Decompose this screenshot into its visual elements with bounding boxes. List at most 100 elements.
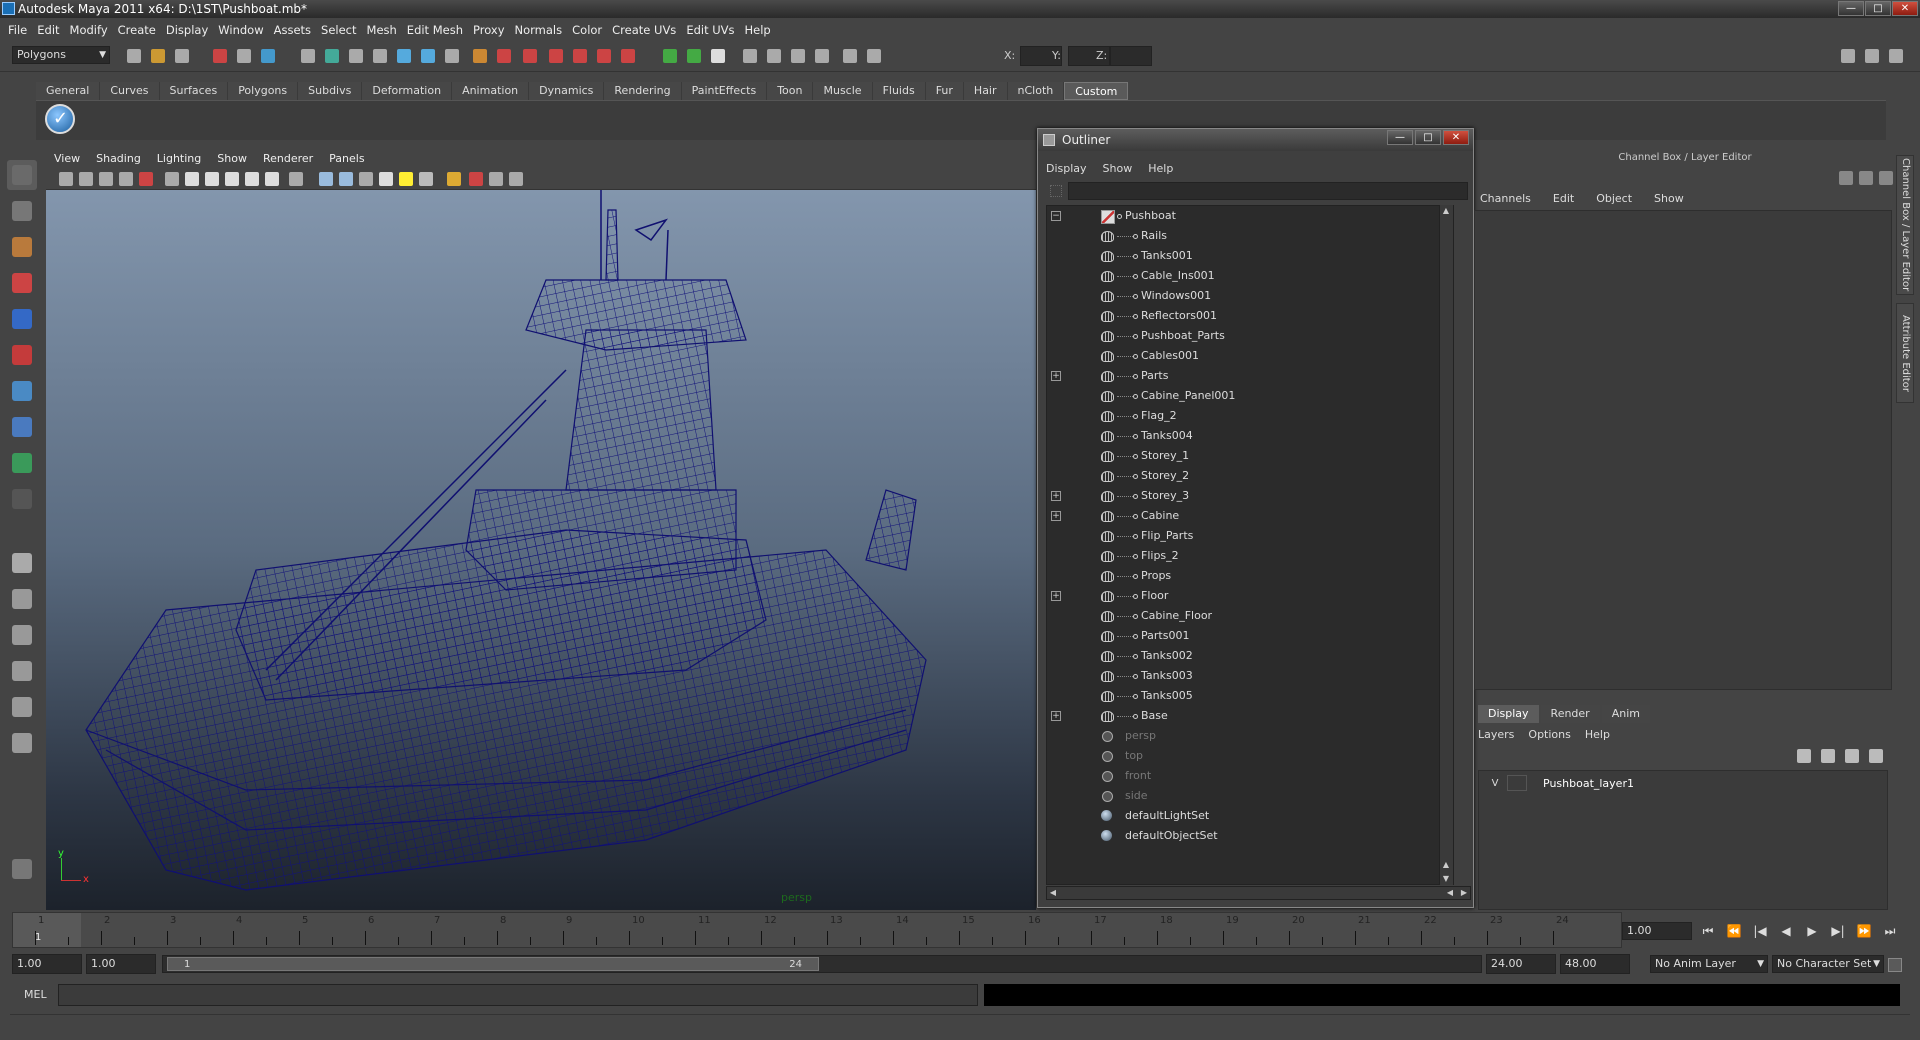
expand-icon[interactable]: + [1051, 371, 1061, 381]
outliner-item-storey_3[interactable]: + Storey_3 [1047, 486, 1437, 506]
viewport-toolbar-icon[interactable] [356, 169, 376, 189]
channel-box-menu-edit[interactable]: Edit [1547, 190, 1590, 208]
cb-shaded-icon[interactable] [1836, 168, 1856, 188]
viewport-toolbar-icon[interactable] [376, 169, 396, 189]
menu-create-uvs[interactable]: Create UVs [610, 20, 684, 40]
shelf-tab-surfaces[interactable]: Surfaces [159, 82, 229, 100]
menu-normals[interactable]: Normals [513, 20, 571, 40]
persp-hypershade-layout-icon[interactable] [7, 692, 37, 722]
outliner-item-cabine_panel001[interactable]: Cabine_Panel001 [1047, 386, 1437, 406]
shelf-tab-ncloth[interactable]: nCloth [1007, 82, 1065, 100]
viewport-toolbar-icon[interactable] [56, 169, 76, 189]
menu-help[interactable]: Help [743, 20, 779, 40]
magnet-icon[interactable] [470, 46, 490, 66]
key-icon[interactable] [1888, 958, 1902, 972]
new-layer-selected-icon[interactable] [1818, 746, 1838, 766]
move-down-icon[interactable] [1866, 746, 1886, 766]
channel-box-menu-object[interactable]: Object [1590, 190, 1648, 208]
time-slider[interactable]: 1 1 2 3 4 5 6 7 8 9 10 11 12 13 14 15 16 17 18 19 20 21 22 23 2… [12, 912, 1622, 948]
perspective-viewport[interactable]: y x persp [46, 190, 1036, 910]
expand-icon[interactable]: + [1051, 511, 1061, 521]
outliner-close-button[interactable]: ✕ [1443, 130, 1469, 145]
outliner-horizontal-scrollbar[interactable]: ◀ ◀ ▶ [1046, 886, 1471, 900]
viewport-toolbar-icon[interactable] [286, 169, 306, 189]
current-frame-field[interactable]: 1.00 [1622, 922, 1692, 940]
snap-live-icon[interactable] [394, 46, 414, 66]
viewport-menu-view[interactable]: View [54, 150, 96, 168]
viewport-toolbar-icon[interactable] [222, 169, 242, 189]
save-scene-icon[interactable] [172, 46, 192, 66]
range-slider[interactable]: 1 24 [162, 955, 1482, 973]
viewport-toolbar-icon[interactable] [76, 169, 96, 189]
shelf-tab-rendering[interactable]: Rendering [604, 82, 682, 100]
outliner-item-tanks001[interactable]: Tanks001 [1047, 246, 1437, 266]
outliner-vertical-scrollbar[interactable]: ▲ ▲ ▼ [1439, 205, 1453, 885]
command-line-input[interactable] [58, 984, 978, 1006]
render-settings-icon[interactable] [546, 46, 566, 66]
step-forward-frame-icon[interactable]: ▶| [1828, 922, 1848, 940]
scroll-down-icon[interactable]: ▼ [1440, 873, 1452, 885]
outliner-item-floor[interactable]: + Floor [1047, 586, 1437, 606]
outliner-item-base[interactable]: + Base [1047, 706, 1437, 726]
scroll-right-icon[interactable]: ▶ [1458, 887, 1470, 899]
move-up-icon[interactable] [1842, 746, 1862, 766]
side-tab-attribute-editor[interactable]: Attribute Editor [1896, 303, 1914, 403]
lasso-tool-icon[interactable] [7, 196, 37, 226]
range-slider-handle[interactable]: 1 24 [167, 957, 819, 971]
cb-clock-icon[interactable] [1856, 168, 1876, 188]
viewport-toolbar-icon[interactable] [416, 169, 436, 189]
select-component-icon[interactable] [258, 46, 278, 66]
layer-tab-display[interactable]: Display [1478, 705, 1539, 723]
relative-transform-icon[interactable] [864, 46, 884, 66]
outliner-item-reflectors001[interactable]: Reflectors001 [1047, 306, 1437, 326]
outliner-item-rails[interactable]: Rails [1047, 226, 1437, 246]
layer-menu-options[interactable]: Options [1528, 726, 1584, 744]
menu-proxy[interactable]: Proxy [471, 20, 513, 40]
layer-tab-render[interactable]: Render [1540, 705, 1600, 723]
outliner-item-flip_parts[interactable]: Flip_Parts [1047, 526, 1437, 546]
paint-select-tool-icon[interactable] [7, 232, 37, 262]
outliner-item-pushboat[interactable]: − Pushboat [1047, 206, 1437, 226]
rotate-tool-icon[interactable] [7, 304, 37, 334]
shelf-tab-animation[interactable]: Animation [452, 82, 530, 100]
menu-edit-mesh[interactable]: Edit Mesh [405, 20, 471, 40]
viewport-toolbar-icon[interactable] [444, 169, 464, 189]
viewport-menu-lighting[interactable]: Lighting [157, 150, 217, 168]
playback-end-field[interactable]: 24.00 [1486, 954, 1556, 974]
toggle-ui-icon[interactable] [1862, 46, 1882, 66]
viewport-menu-panels[interactable]: Panels [329, 150, 380, 168]
viewport-toolbar-icon[interactable] [466, 169, 486, 189]
select-tool-icon[interactable] [7, 160, 37, 190]
tool-settings-icon[interactable] [740, 46, 760, 66]
scale-tool-icon[interactable] [7, 340, 37, 370]
outliner-item-tanks004[interactable]: Tanks004 [1047, 426, 1437, 446]
select-hierarchy-icon[interactable] [210, 46, 230, 66]
layer-row[interactable]: V Pushboat_layer1 [1483, 775, 1883, 793]
snap-curve-icon[interactable] [322, 46, 342, 66]
outliner-item-persp[interactable]: persp [1047, 726, 1437, 746]
character-set-dropdown[interactable]: No Character Set ▼ [1772, 955, 1884, 973]
layer-display-type-toggle[interactable] [1507, 775, 1527, 791]
minimize-button[interactable]: — [1838, 1, 1864, 16]
custom-shelf-checkmark-icon[interactable] [45, 104, 75, 134]
four-pane-layout-icon[interactable] [7, 584, 37, 614]
construction-history-icon[interactable] [418, 46, 438, 66]
shelf-tab-curves[interactable]: Curves [100, 82, 160, 100]
ipr-render-icon[interactable] [520, 46, 540, 66]
snap-point-icon[interactable] [346, 46, 366, 66]
shelf-tab-polygons[interactable]: Polygons [228, 82, 299, 100]
universal-manipulator-icon[interactable] [7, 376, 37, 406]
shelf-tab-fluids[interactable]: Fluids [872, 82, 926, 100]
help-icon[interactable] [442, 46, 462, 66]
new-scene-icon[interactable] [124, 46, 144, 66]
shelf-tab-general[interactable]: General [36, 82, 101, 100]
shelf-tab-dynamics[interactable]: Dynamics [529, 82, 605, 100]
snap-plane-icon[interactable] [370, 46, 390, 66]
step-back-frame-icon[interactable]: |◀ [1750, 922, 1770, 940]
panel-layout-icon[interactable] [1838, 46, 1858, 66]
maximize-button[interactable]: □ [1865, 1, 1891, 16]
outliner-item-tanks005[interactable]: Tanks005 [1047, 686, 1437, 706]
shelf-tab-toon[interactable]: Toon [767, 82, 814, 100]
viewport-toolbar-icon[interactable] [506, 169, 526, 189]
layer-menu-help[interactable]: Help [1585, 726, 1624, 744]
